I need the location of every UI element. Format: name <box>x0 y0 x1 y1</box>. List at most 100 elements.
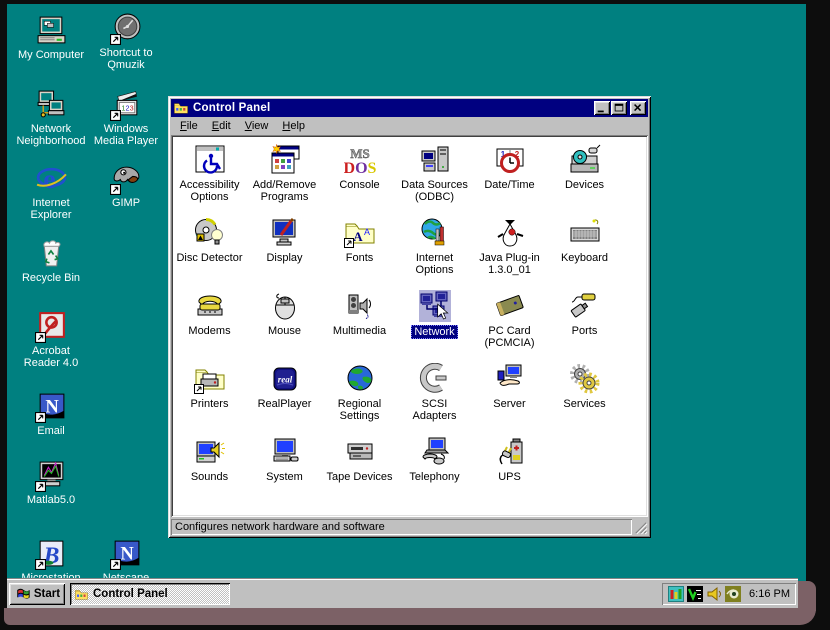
control-panel-item-date-time[interactable]: 12Date/Time <box>472 143 547 216</box>
my-computer-icon <box>35 14 68 47</box>
nvidia-eye-tray-icon[interactable] <box>725 586 741 602</box>
control-panel-item-tape-devices[interactable]: Tape Devices <box>322 435 397 508</box>
date-time-icon: 12 <box>494 144 526 176</box>
realplayer-icon: real <box>269 363 301 395</box>
windows-flag-icon <box>14 587 31 602</box>
menu-help[interactable]: Help <box>275 118 312 134</box>
desktop-icon-shortcut-to-qmuzik[interactable]: Shortcut to Qmuzik <box>88 12 164 71</box>
menu-bar: FileEditViewHelp <box>171 117 648 135</box>
console-icon: MSDOS <box>344 144 376 176</box>
shortcut-arrow-icon <box>110 34 121 45</box>
control-panel-item-network[interactable]: Network <box>397 289 472 362</box>
control-panel-item-pc-card-pcmcia[interactable]: PC Card (PCMCIA) <box>472 289 547 362</box>
control-panel-item-printers[interactable]: Printers <box>172 362 247 435</box>
crt-screen: My ComputerShortcut to Qmuzik Network Nei… <box>0 0 830 630</box>
control-panel-item-java-plug-in-1-3-0-01[interactable]: Java Plug-in 1.3.0_01 <box>472 216 547 289</box>
control-panel-item-label: Mouse <box>266 325 303 337</box>
desktop-icon-label: Network Neighborhood <box>13 123 89 147</box>
desktop-icon-network-neighborhood[interactable]: Network Neighborhood <box>13 88 89 147</box>
control-panel-item-keyboard[interactable]: Keyboard <box>547 216 622 289</box>
control-panel-item-label: Accessibility Options <box>173 179 247 203</box>
taskbar-task-control-panel[interactable]: Control Panel <box>70 583 230 605</box>
minimize-button[interactable] <box>594 101 610 115</box>
control-panel-item-add-remove-programs[interactable]: Add/Remove Programs <box>247 143 322 216</box>
taskbar-clock[interactable]: 6:16 PM <box>749 588 790 600</box>
vshield-antivirus-tray-icon[interactable] <box>687 586 703 602</box>
shortcut-arrow-icon <box>35 332 46 343</box>
control-panel-item-mouse[interactable]: Mouse <box>247 289 322 362</box>
shortcut-arrow-icon <box>35 412 46 423</box>
desktop-icon-email[interactable]: NEmail <box>13 390 89 437</box>
system-icon <box>269 436 301 468</box>
desktop-icon-my-computer[interactable]: My Computer <box>13 14 89 61</box>
desktop-icon-windows-media-player[interactable]: 123Windows Media Player <box>88 88 164 147</box>
java-plugin-icon <box>494 217 526 249</box>
control-panel-item-realplayer[interactable]: realRealPlayer <box>247 362 322 435</box>
matlab-icon <box>35 459 68 492</box>
maximize-button[interactable] <box>611 101 627 115</box>
desktop-icon-microstation[interactable]: BMicrostation <box>13 537 89 584</box>
printers-icon <box>194 363 226 395</box>
control-panel-item-devices[interactable]: Devices <box>547 143 622 216</box>
control-panel-item-label: Tape Devices <box>324 471 394 483</box>
control-panel-item-label: Network <box>411 325 457 339</box>
control-panel-item-internet-options[interactable]: Internet Options <box>397 216 472 289</box>
start-button[interactable]: Start <box>9 583 65 605</box>
control-panel-item-accessibility-options[interactable]: Accessibility Options <box>172 143 247 216</box>
desktop-icon-gimp[interactable]: GIMP <box>88 162 164 209</box>
recycle-bin-icon <box>35 237 68 270</box>
title-bar[interactable]: Control Panel <box>171 99 648 117</box>
control-panel-item-console[interactable]: MSDOSConsole <box>322 143 397 216</box>
desktop-icon-label: Matlab5.0 <box>27 494 75 506</box>
control-panel-item-label: PC Card (PCMCIA) <box>473 325 547 349</box>
system-meter-tray-icon[interactable] <box>668 586 684 602</box>
menu-view[interactable]: View <box>238 118 276 134</box>
status-panel: Configures network hardware and software <box>171 519 632 535</box>
control-panel-item-modems[interactable]: Modems <box>172 289 247 362</box>
close-button[interactable] <box>630 101 646 115</box>
scsi-adapters-icon <box>419 363 451 395</box>
desktop-icon-matlab5-0[interactable]: Matlab5.0 <box>13 459 89 506</box>
control-panel-item-label: Disc Detector <box>174 252 244 264</box>
control-panel-window: Control Panel FileEditViewHelp Accessibi… <box>168 96 651 538</box>
svg-text:N: N <box>45 397 59 418</box>
desktop-icon-acrobat-reader-4-0[interactable]: Acrobat Reader 4.0 <box>13 310 89 369</box>
control-panel-item-scsi-adapters[interactable]: SCSI Adapters <box>397 362 472 435</box>
control-panel-item-ports[interactable]: Ports <box>547 289 622 362</box>
resize-grip[interactable] <box>632 519 648 535</box>
control-panel-item-label: Ports <box>570 325 600 337</box>
svg-text:real: real <box>277 375 292 385</box>
control-panel-folder-icon <box>74 588 89 601</box>
netscape-n-icon: N <box>35 390 68 423</box>
control-panel-item-telephony[interactable]: Telephony <box>397 435 472 508</box>
qmuzik-icon <box>110 12 143 45</box>
control-panel-item-services[interactable]: Services <box>547 362 622 435</box>
desktop-icon-internet-explorer[interactable]: eInternet Explorer <box>13 162 89 221</box>
control-panel-item-fonts[interactable]: AAFonts <box>322 216 397 289</box>
shortcut-arrow-icon <box>110 559 121 570</box>
control-panel-item-label: Services <box>561 398 607 410</box>
desktop-icon-recycle-bin[interactable]: Recycle Bin <box>13 237 89 284</box>
control-panel-item-label: UPS <box>496 471 523 483</box>
control-panel-item-disc-detector[interactable]: Disc Detector <box>172 216 247 289</box>
control-panel-item-regional-settings[interactable]: Regional Settings <box>322 362 397 435</box>
menu-edit[interactable]: Edit <box>205 118 238 134</box>
control-panel-item-server[interactable]: Server <box>472 362 547 435</box>
menu-file[interactable]: File <box>173 118 205 134</box>
keyboard-icon <box>569 217 601 249</box>
volume-tray-icon[interactable] <box>706 586 722 602</box>
display-icon <box>269 217 301 249</box>
control-panel-item-system[interactable]: System <box>247 435 322 508</box>
shortcut-arrow-icon <box>110 110 121 121</box>
shortcut-arrow-icon <box>35 481 46 492</box>
desktop-icon-label: Acrobat Reader 4.0 <box>13 345 89 369</box>
control-panel-item-display[interactable]: Display <box>247 216 322 289</box>
control-panel-item-data-sources-odbc[interactable]: Data Sources (ODBC) <box>397 143 472 216</box>
server-icon <box>494 363 526 395</box>
desktop-icon-netscape[interactable]: NNetscape <box>88 537 164 584</box>
control-panel-item-multimedia[interactable]: ♪Multimedia <box>322 289 397 362</box>
control-panel-item-sounds[interactable]: Sounds <box>172 435 247 508</box>
window-title: Control Panel <box>193 102 593 114</box>
pc-card-icon <box>494 290 526 322</box>
control-panel-item-ups[interactable]: UPS <box>472 435 547 508</box>
